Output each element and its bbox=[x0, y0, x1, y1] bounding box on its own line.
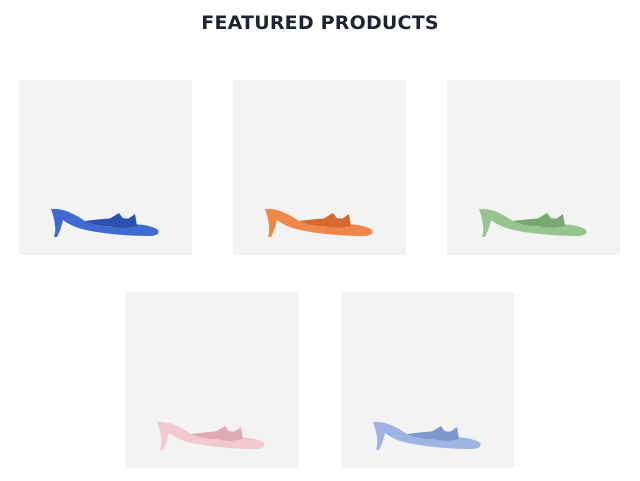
product-card[interactable] bbox=[447, 80, 620, 255]
product-card[interactable] bbox=[19, 80, 192, 255]
product-card[interactable] bbox=[125, 292, 299, 468]
section-title: FEATURED PRODUCTS bbox=[201, 12, 439, 34]
product-card[interactable] bbox=[233, 80, 406, 255]
product-image bbox=[157, 421, 265, 450]
product-image bbox=[51, 208, 159, 237]
product-image bbox=[373, 421, 481, 450]
product-image bbox=[479, 208, 587, 237]
product-card[interactable] bbox=[341, 292, 514, 468]
product-image bbox=[265, 208, 373, 237]
